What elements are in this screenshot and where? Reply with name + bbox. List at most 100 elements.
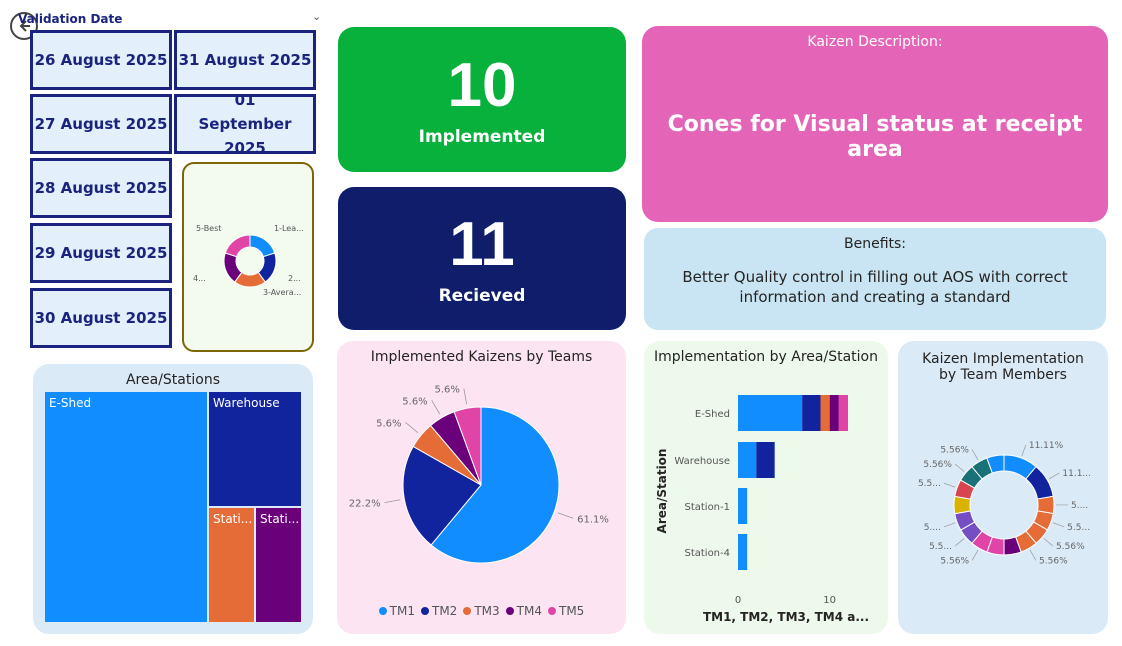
bar-tick-label: 10: [823, 595, 836, 606]
legend-label: TM4: [516, 604, 542, 618]
legend-label: TM2: [432, 604, 458, 618]
kaizen-description-title: Kaizen Description:: [807, 34, 943, 50]
bar-tick-label: 0: [735, 595, 741, 606]
area-stations-treemap-card[interactable]: Area/Stations E-Shed Warehouse Stati... …: [33, 364, 313, 634]
pie-leader-line: [405, 422, 419, 433]
benefits-card: Benefits: Better Quality control in fill…: [644, 228, 1106, 330]
bar-segment[interactable]: [756, 442, 775, 478]
bar-segment[interactable]: [829, 395, 839, 431]
donut-leader-line: [1043, 538, 1054, 547]
rating-label: 1-Lea...: [274, 224, 304, 233]
bar-segment[interactable]: [802, 395, 821, 431]
implementation-by-area-bar-chart[interactable]: Area/Station E-Shed Warehouse Station-1 Sta…: [644, 341, 888, 634]
pie-leader-line: [384, 499, 401, 503]
bar-ylabel: Area/Station: [655, 449, 669, 534]
benefits-title: Benefits:: [843, 236, 907, 252]
kaizen-description-card: Kaizen Description: Cones for Visual sta…: [642, 26, 1108, 222]
slicer-title: Validation Date: [18, 12, 123, 26]
legend-label: TM5: [558, 604, 585, 618]
kaizen-description-value: Cones for Visual status at receipt area: [667, 112, 1083, 162]
donut-leader-line: [954, 538, 965, 547]
pie-leader-line: [431, 400, 441, 415]
received-label: Recieved: [438, 285, 526, 306]
legend-item[interactable]: TM5: [547, 604, 585, 618]
bar-segment[interactable]: [738, 395, 803, 431]
implemented-count: 10: [447, 51, 517, 121]
bar-segment[interactable]: [820, 395, 830, 431]
legend-item[interactable]: TM1: [378, 604, 415, 618]
rating-slice[interactable]: [249, 234, 276, 258]
pie-data-label: 5.6%: [402, 396, 427, 407]
donut-leader-line: [1029, 549, 1037, 561]
donut-leader-line: [1048, 472, 1060, 480]
bar-category-label: E-Shed: [695, 409, 730, 420]
pie-data-label: 22.2%: [349, 499, 381, 510]
bar-segment[interactable]: [838, 395, 848, 431]
legend-item[interactable]: TM2: [421, 604, 457, 618]
pie-legend: TM1 TM2 TM3 TM4 TM5: [337, 604, 626, 618]
kaizens-by-teams-pie[interactable]: 61.1%22.2%5.6%5.6%5.6%: [337, 341, 626, 634]
treemap-cell[interactable]: Stati...: [256, 508, 301, 622]
bar-category-label: Station-1: [684, 502, 730, 513]
donut-data-label: 5.5...: [929, 542, 952, 552]
donut-leader-line: [971, 449, 979, 461]
donut-data-label: 11.11%: [1029, 441, 1064, 451]
rating-slice[interactable]: [224, 234, 251, 258]
treemap-cell[interactable]: E-Shed: [45, 392, 207, 622]
implemented-card: 10 Implemented: [338, 27, 626, 172]
bar-segment[interactable]: [738, 534, 748, 570]
legend-item[interactable]: TM3: [463, 604, 500, 618]
donut-leader-line: [954, 463, 965, 472]
team-members-donut[interactable]: 11.11% 11.1... 5.... 5.5... 5.56% 5.56% 5.56% 5…: [898, 341, 1108, 634]
legend-item[interactable]: TM4: [505, 604, 542, 618]
donut-data-label: 11.1...: [1062, 469, 1091, 479]
treemap-cell[interactable]: Stati...: [209, 508, 254, 622]
date-option[interactable]: 01 September 2025: [174, 91, 316, 157]
donut-data-label: 5.56%: [940, 556, 969, 566]
donut-leader-line: [943, 482, 956, 488]
legend-label: TM3: [474, 604, 500, 618]
rating-donut-chart[interactable]: 5-Best 1-Lea... 2... 3-Avera... 4...: [184, 164, 316, 354]
bar-xlabel: TM1, TM2, TM3, TM4 a...: [703, 610, 869, 624]
donut-data-label: 5....: [1071, 501, 1088, 511]
chevron-down-icon[interactable]: ⌄: [312, 10, 321, 23]
rating-label: 4...: [193, 274, 206, 283]
rating-donut-card[interactable]: 5-Best 1-Lea... 2... 3-Avera... 4...: [182, 162, 314, 352]
bar-segment[interactable]: [738, 488, 748, 524]
date-option[interactable]: 27 August 2025: [30, 94, 172, 154]
rating-label: 2...: [288, 274, 301, 283]
donut-data-label: 5.56%: [923, 460, 952, 470]
donut-leader-line: [971, 549, 979, 561]
benefits-value: Better Quality control in filling out AO…: [682, 268, 1068, 306]
bar-category-label: Warehouse: [674, 456, 730, 467]
donut-data-label: 5.56%: [1056, 542, 1085, 552]
donut-data-label: 5....: [924, 523, 941, 533]
donut-leader-line: [1021, 444, 1027, 457]
pie-data-label: 61.1%: [577, 514, 609, 525]
donut-data-label: 5.56%: [940, 446, 969, 456]
pie-leader-line: [463, 388, 468, 405]
pie-data-label: 5.6%: [376, 418, 401, 429]
donut-leader-line: [943, 522, 956, 528]
implemented-label: Implemented: [418, 126, 546, 147]
bar-category-label: Station-4: [684, 548, 730, 559]
donut-data-label: 5.56%: [1039, 556, 1068, 566]
date-option[interactable]: 26 August 2025: [30, 30, 172, 90]
pie-leader-line: [557, 512, 574, 519]
pie-data-label: 5.6%: [434, 385, 459, 396]
bar-segment[interactable]: [738, 442, 757, 478]
treemap-cell[interactable]: Warehouse: [209, 392, 301, 506]
date-option[interactable]: 30 August 2025: [30, 288, 172, 348]
rating-label: 5-Best: [196, 224, 221, 233]
donut-data-label: 5.5...: [918, 479, 941, 489]
received-count: 11: [449, 210, 515, 280]
date-option[interactable]: 31 August 2025: [174, 30, 316, 90]
legend-label: TM1: [389, 604, 415, 618]
donut-leader-line: [1052, 522, 1065, 528]
date-option[interactable]: 29 August 2025: [30, 223, 172, 283]
received-card: 11 Recieved: [338, 187, 626, 330]
treemap-title: Area/Stations: [125, 372, 220, 388]
donut-data-label: 5.5...: [1067, 523, 1090, 533]
date-option[interactable]: 28 August 2025: [30, 158, 172, 218]
rating-label: 3-Avera...: [263, 288, 301, 297]
